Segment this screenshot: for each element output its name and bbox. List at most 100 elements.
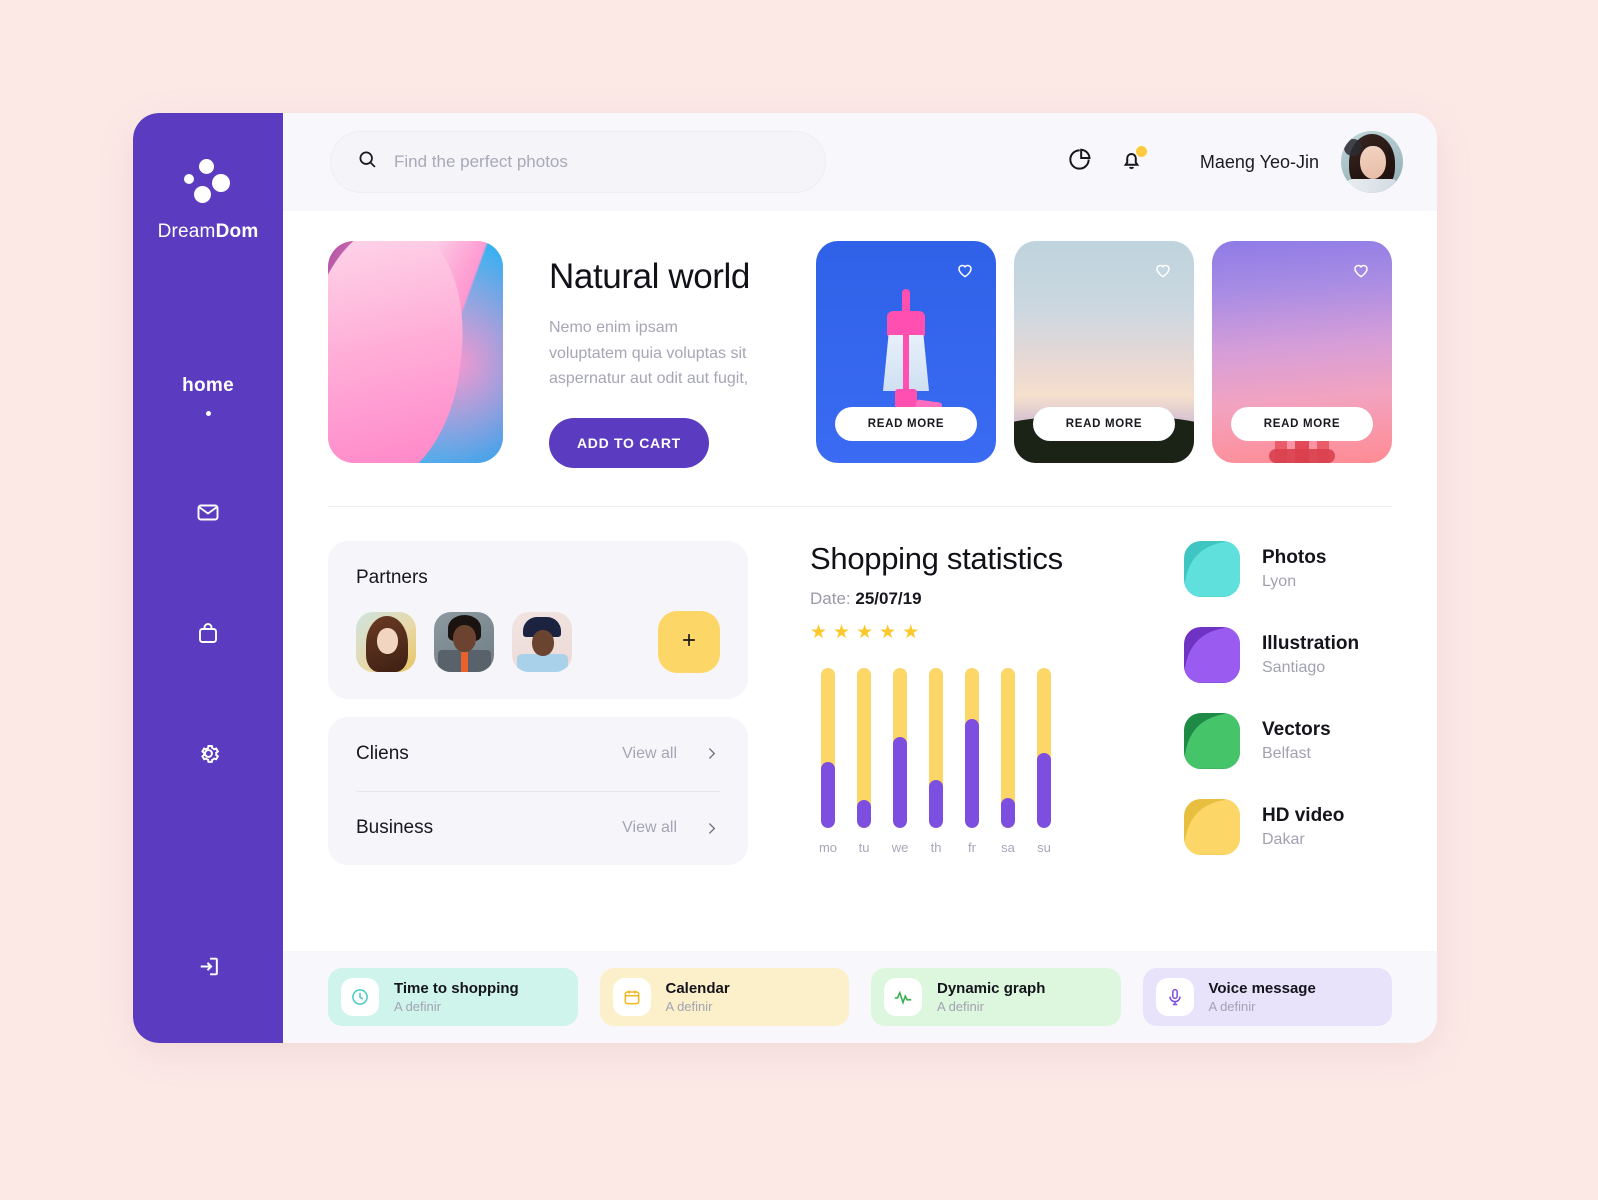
gear-icon — [196, 741, 221, 771]
bar-chart-labels: mo tu we th fr sa su — [810, 840, 1110, 855]
quick-action-title: Calendar — [665, 980, 730, 997]
list-item-cliens[interactable]: Cliens View all — [356, 717, 720, 791]
partner-avatar[interactable] — [356, 611, 416, 672]
view-all-link[interactable]: View all — [622, 819, 677, 837]
category-color-icon — [1184, 712, 1240, 769]
sidebar-item-mail[interactable] — [186, 493, 230, 537]
quick-action-card[interactable]: Voice message A definir — [1142, 968, 1392, 1026]
category-list: Photos Lyon Illustration Santiago Vectors Bel… — [1184, 540, 1392, 885]
bar-column — [954, 667, 990, 828]
photo-card[interactable]: READ MORE — [816, 241, 996, 463]
bar-column — [1026, 667, 1062, 828]
bar-label: th — [930, 839, 942, 855]
chevron-right-icon — [703, 745, 720, 762]
sidebar-item-home-label: home — [182, 375, 234, 396]
category-location: Belfast — [1262, 744, 1311, 762]
category-row[interactable]: Vectors Belfast — [1184, 712, 1392, 769]
favorite-button[interactable] — [1348, 259, 1374, 285]
quick-action-subtitle: A definir — [665, 999, 713, 1014]
active-indicator-dot — [205, 411, 211, 416]
photo-card[interactable]: READ MORE — [1014, 241, 1194, 463]
bar — [893, 667, 907, 828]
partner-avatar[interactable] — [512, 611, 572, 672]
heart-icon — [955, 260, 975, 285]
partners-panel: Partners — [328, 540, 748, 699]
dots-cluster-logo-icon — [182, 159, 234, 207]
notifications-button[interactable] — [1106, 136, 1158, 188]
heart-icon — [1351, 260, 1371, 285]
star-icon: ★ — [833, 621, 851, 643]
top-header: Maeng Yeo-Jin — [283, 113, 1437, 211]
sidebar: DreamDom home — [133, 113, 283, 1043]
bar-fill — [965, 718, 979, 828]
read-more-button[interactable]: READ MORE — [1033, 407, 1175, 441]
header-actions: Maeng Yeo-Jin — [1054, 131, 1403, 193]
add-to-cart-button[interactable]: ADD TO CART — [549, 417, 709, 468]
category-icon-leaf — [1184, 627, 1240, 683]
photo-card[interactable]: READ MORE — [1212, 241, 1392, 463]
statistics-button[interactable] — [1054, 136, 1106, 188]
quick-action-text: Calendar A definir — [666, 980, 730, 1014]
bar — [1037, 667, 1051, 828]
partners-avatar-row — [356, 610, 720, 673]
star-icon: ★ — [810, 621, 828, 643]
quick-action-card[interactable]: Calendar A definir — [599, 968, 849, 1026]
read-more-button[interactable]: READ MORE — [1231, 407, 1373, 441]
partners-title: Partners — [356, 566, 428, 588]
category-title: Vectors — [1262, 718, 1331, 740]
bar-label: fr — [968, 839, 976, 855]
category-title: HD video — [1262, 804, 1345, 826]
favorite-button[interactable] — [952, 259, 978, 285]
view-all-link[interactable]: View all — [622, 745, 677, 763]
quick-action-card[interactable]: Time to shopping A definir — [328, 968, 578, 1026]
photo-card-list: READ MORE READ MORE READ MORE — [816, 241, 1392, 463]
bar-column — [810, 667, 846, 828]
category-text: Vectors Belfast — [1262, 719, 1331, 763]
category-icon-leaf — [1184, 541, 1240, 597]
partner-avatar[interactable] — [434, 611, 494, 672]
brand-light: Dream — [157, 221, 216, 242]
category-row[interactable]: Illustration Santiago — [1184, 626, 1392, 683]
category-title: Illustration — [1262, 632, 1360, 654]
search-bar[interactable] — [330, 131, 826, 193]
read-more-button[interactable]: READ MORE — [835, 407, 977, 441]
quick-action-card[interactable]: Dynamic graph A definir — [871, 968, 1121, 1026]
sidebar-item-home[interactable]: home — [182, 375, 234, 416]
bar-column — [990, 667, 1026, 828]
bar-fill — [821, 761, 835, 828]
search-input[interactable] — [394, 152, 799, 172]
list-item-business[interactable]: Business View all — [356, 790, 720, 865]
content-area: Natural world Nemo enim ipsam voluptatem… — [283, 211, 1437, 951]
logout-icon — [196, 954, 221, 984]
add-partner-button[interactable] — [658, 610, 720, 673]
category-icon-leaf — [1184, 713, 1240, 769]
sidebar-item-shop[interactable] — [186, 613, 230, 657]
plus-icon — [679, 630, 699, 653]
category-location: Santiago — [1262, 658, 1326, 676]
quick-action-text: Voice message A definir — [1209, 980, 1316, 1014]
category-row[interactable]: Photos Lyon — [1184, 540, 1392, 597]
bar-label: su — [1037, 839, 1051, 855]
avatar[interactable] — [1341, 131, 1403, 193]
rating-stars: ★ ★ ★ ★ ★ — [810, 623, 1110, 642]
links-panel: Cliens View all Business View all — [328, 716, 748, 865]
sidebar-item-settings[interactable] — [186, 734, 230, 778]
quick-action-title: Voice message — [1208, 980, 1316, 997]
hero-description: Nemo enim ipsam voluptatem quia voluptas… — [549, 319, 749, 388]
quick-action-title: Time to shopping — [394, 980, 519, 997]
search-icon — [357, 149, 378, 175]
page-title: Natural world — [549, 257, 750, 296]
category-text: HD video Dakar — [1262, 805, 1344, 849]
bar — [965, 667, 979, 828]
sidebar-item-logout[interactable] — [186, 947, 230, 991]
hero-image — [328, 241, 503, 463]
bar-label: mo — [818, 839, 838, 855]
favorite-button[interactable] — [1150, 259, 1176, 285]
category-color-icon — [1184, 540, 1240, 597]
quick-action-title: Dynamic graph — [937, 980, 1046, 997]
bar — [929, 667, 943, 828]
app-window: DreamDom home Find the perfect photos Ma… — [133, 113, 1437, 1043]
notification-badge — [1135, 146, 1147, 157]
statistics-panel: Shopping statistics Date: 25/07/19 ★ ★ ★ ★ ★… — [810, 541, 1110, 885]
category-row[interactable]: HD video Dakar — [1184, 798, 1392, 855]
